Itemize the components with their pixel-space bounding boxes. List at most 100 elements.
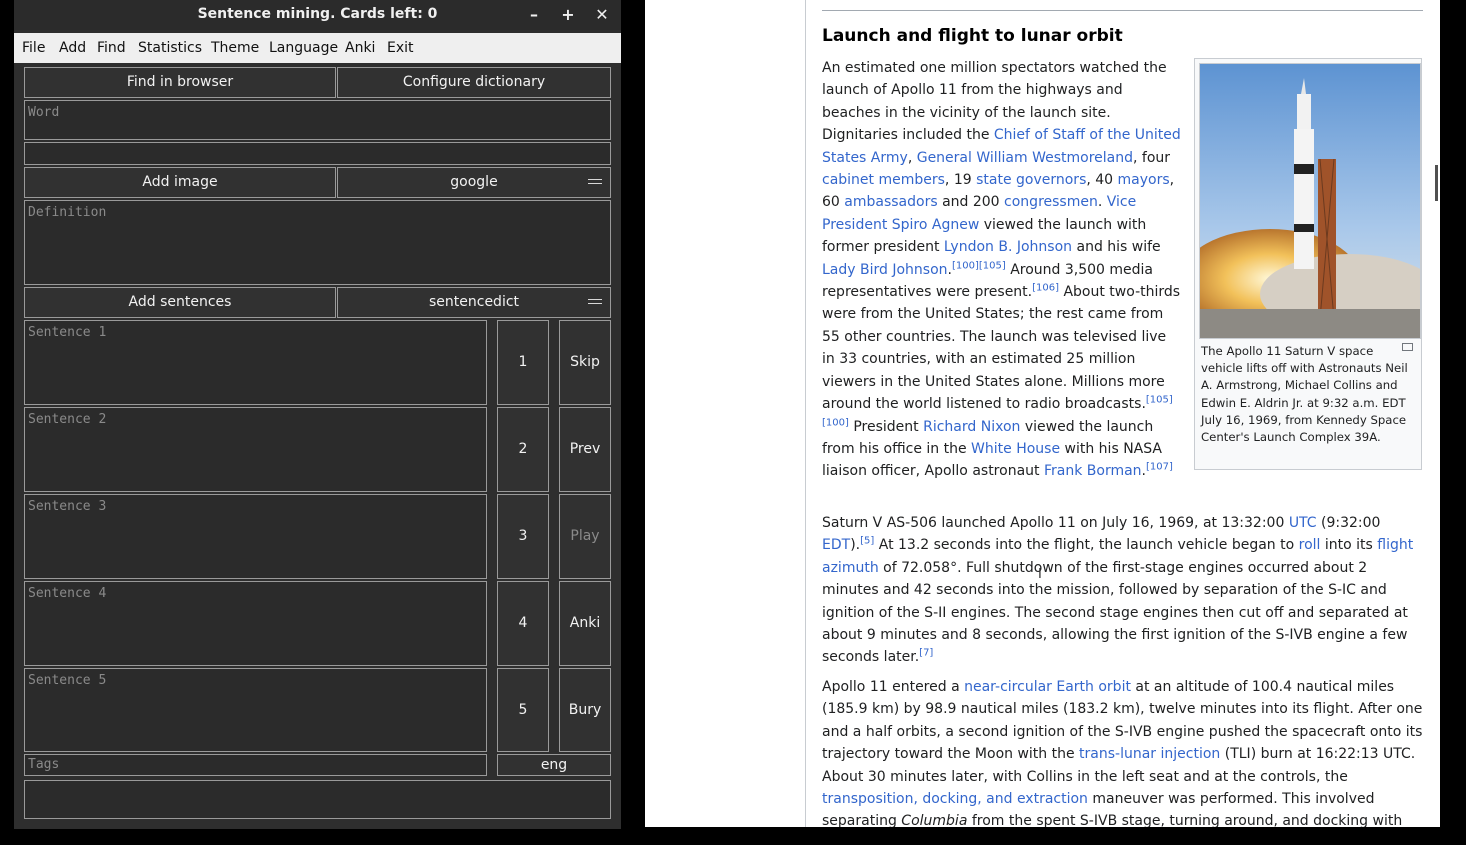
citation[interactable]: [7] (919, 648, 933, 659)
play-button[interactable]: Play (559, 494, 611, 579)
paragraph-1: An estimated one million spectators watc… (822, 57, 1182, 483)
menu-add[interactable]: Add (59, 40, 86, 56)
add-sentences-button[interactable]: Add sentences (24, 287, 336, 318)
language-button[interactable]: eng (497, 754, 611, 776)
section-heading: Launch and flight to lunar orbit (822, 26, 1123, 46)
sidebar-gutter (645, 0, 806, 827)
sentence-placeholder: Sentence 5 (28, 673, 107, 688)
link-westmoreland[interactable]: General William Westmoreland (917, 150, 1133, 166)
menu-language[interactable]: Language (269, 40, 338, 56)
citation[interactable]: [5] (860, 536, 874, 547)
sentence-5-select-button[interactable]: 5 (497, 668, 549, 752)
thumbnail-figure: The Apollo 11 Saturn V space vehicle lif… (1194, 58, 1422, 470)
minimize-icon[interactable]: – (522, 4, 546, 26)
text: and his wife (1072, 239, 1161, 256)
text: into its (1320, 537, 1378, 554)
menu-bar: File Add Find Statistics Theme Language … (14, 33, 621, 63)
menu-anki[interactable]: Anki (345, 40, 375, 56)
text: , (907, 149, 917, 166)
browser-pane: Launch and flight to lunar orbit The Apo… (645, 0, 1440, 827)
link-near-circular-earth-orbit[interactable]: near-circular Earth orbit (964, 679, 1131, 695)
sentence-3-select-button[interactable]: 3 (497, 494, 549, 579)
menu-exit[interactable]: Exit (387, 40, 414, 56)
tags-input[interactable]: Tags (24, 754, 487, 776)
link-trans-lunar-injection[interactable]: trans-lunar injection (1079, 746, 1220, 762)
image-source-value: google (450, 174, 498, 190)
configure-dictionary-button[interactable]: Configure dictionary (337, 67, 611, 98)
link-state-governors[interactable]: state governors (976, 172, 1086, 188)
text: President (848, 418, 924, 435)
menu-theme[interactable]: Theme (211, 40, 259, 56)
skip-button[interactable]: Skip (559, 320, 611, 405)
citation[interactable]: [107] (1146, 462, 1173, 473)
sentence-placeholder: Sentence 1 (28, 325, 107, 340)
sentence-placeholder: Sentence 3 (28, 499, 107, 514)
close-icon[interactable]: ✕ (590, 4, 614, 26)
text: Saturn V AS-506 launched Apollo 11 on Ju… (822, 515, 1289, 531)
rocket-launch-illustration (1200, 64, 1420, 338)
text: and 200 (937, 194, 1005, 211)
link-roll[interactable]: roll (1299, 537, 1321, 553)
sentence-2-select-button[interactable]: 2 (497, 407, 549, 492)
text: About two-thirds were from the United St… (822, 284, 1181, 413)
rocket-launch-image[interactable] (1199, 63, 1421, 339)
citation[interactable]: [106] (1032, 282, 1059, 293)
maximize-icon[interactable]: + (556, 4, 580, 26)
definition-placeholder: Definition (28, 205, 107, 220)
link-white-house[interactable]: White House (971, 441, 1060, 457)
image-source-select[interactable]: google (337, 167, 611, 198)
link-lyndon-johnson[interactable]: Lyndon B. Johnson (944, 239, 1072, 255)
paragraph-3: Apollo 11 entered a near-circular Earth … (822, 676, 1423, 827)
text: ). (850, 537, 861, 554)
text: . (1097, 194, 1107, 211)
link-utc[interactable]: UTC (1289, 515, 1317, 531)
link-congressmen[interactable]: congressmen (1004, 194, 1098, 210)
sentence-placeholder: Sentence 2 (28, 412, 107, 427)
sentence-source-select[interactable]: sentencedict (337, 287, 611, 318)
menu-find[interactable]: Find (97, 40, 126, 56)
text: At 13.2 seconds into the flight, the lau… (874, 537, 1299, 554)
sentence-3-input[interactable]: Sentence 3 (24, 494, 487, 579)
italic-text: Columbia (901, 813, 968, 827)
text: of 72.058°. Full shutdown of the first-s… (822, 559, 1408, 666)
dropdown-icon (588, 179, 602, 184)
link-ambassadors[interactable]: ambassadors (844, 194, 937, 210)
link-cabinet-members[interactable]: cabinet members (822, 172, 945, 188)
word-placeholder: Word (28, 105, 60, 120)
word-secondary-input[interactable] (24, 142, 611, 165)
sentence-2-input[interactable]: Sentence 2 (24, 407, 487, 492)
text: from the spent S-IVB stage, turning arou… (967, 813, 1403, 827)
scrollbar-thumb[interactable] (1435, 165, 1438, 201)
link-edt[interactable]: EDT (822, 537, 850, 553)
sentence-1-select-button[interactable]: 1 (497, 320, 549, 405)
sentence-5-input[interactable]: Sentence 5 (24, 668, 487, 752)
word-input[interactable]: Word (24, 100, 611, 140)
sentence-placeholder: Sentence 4 (28, 586, 107, 601)
link-mayors[interactable]: mayors (1118, 172, 1170, 188)
menu-file[interactable]: File (22, 40, 45, 56)
sentence-4-input[interactable]: Sentence 4 (24, 581, 487, 666)
dropdown-icon (588, 299, 602, 304)
sentence-4-select-button[interactable]: 4 (497, 581, 549, 666)
link-lady-bird-johnson[interactable]: Lady Bird Johnson (822, 262, 948, 278)
title-bar: Sentence mining. Cards left: 0 – + ✕ (14, 0, 621, 30)
add-image-button[interactable]: Add image (24, 167, 336, 198)
text: (9:32:00 (1316, 515, 1381, 531)
sentence-source-value: sentencedict (428, 294, 520, 310)
bury-button[interactable]: Bury (559, 668, 611, 752)
link-transposition-docking[interactable]: transposition, docking, and extraction (822, 791, 1088, 807)
link-frank-borman[interactable]: Frank Borman (1044, 463, 1142, 479)
sentence-1-input[interactable]: Sentence 1 (24, 320, 487, 405)
find-in-browser-button[interactable]: Find in browser (24, 67, 336, 98)
text: , 19 (944, 172, 977, 189)
paragraph-2: Saturn V AS-506 launched Apollo 11 on Ju… (822, 512, 1423, 669)
link-richard-nixon[interactable]: Richard Nixon (923, 419, 1020, 435)
tags-placeholder: Tags (28, 757, 60, 772)
menu-statistics[interactable]: Statistics (138, 40, 202, 56)
citation[interactable]: [100][105] (952, 260, 1006, 271)
anki-button[interactable]: Anki (559, 581, 611, 666)
prev-button[interactable]: Prev (559, 407, 611, 492)
log-output (24, 780, 611, 819)
text: , 40 (1086, 172, 1118, 189)
definition-input[interactable]: Definition (24, 200, 611, 285)
